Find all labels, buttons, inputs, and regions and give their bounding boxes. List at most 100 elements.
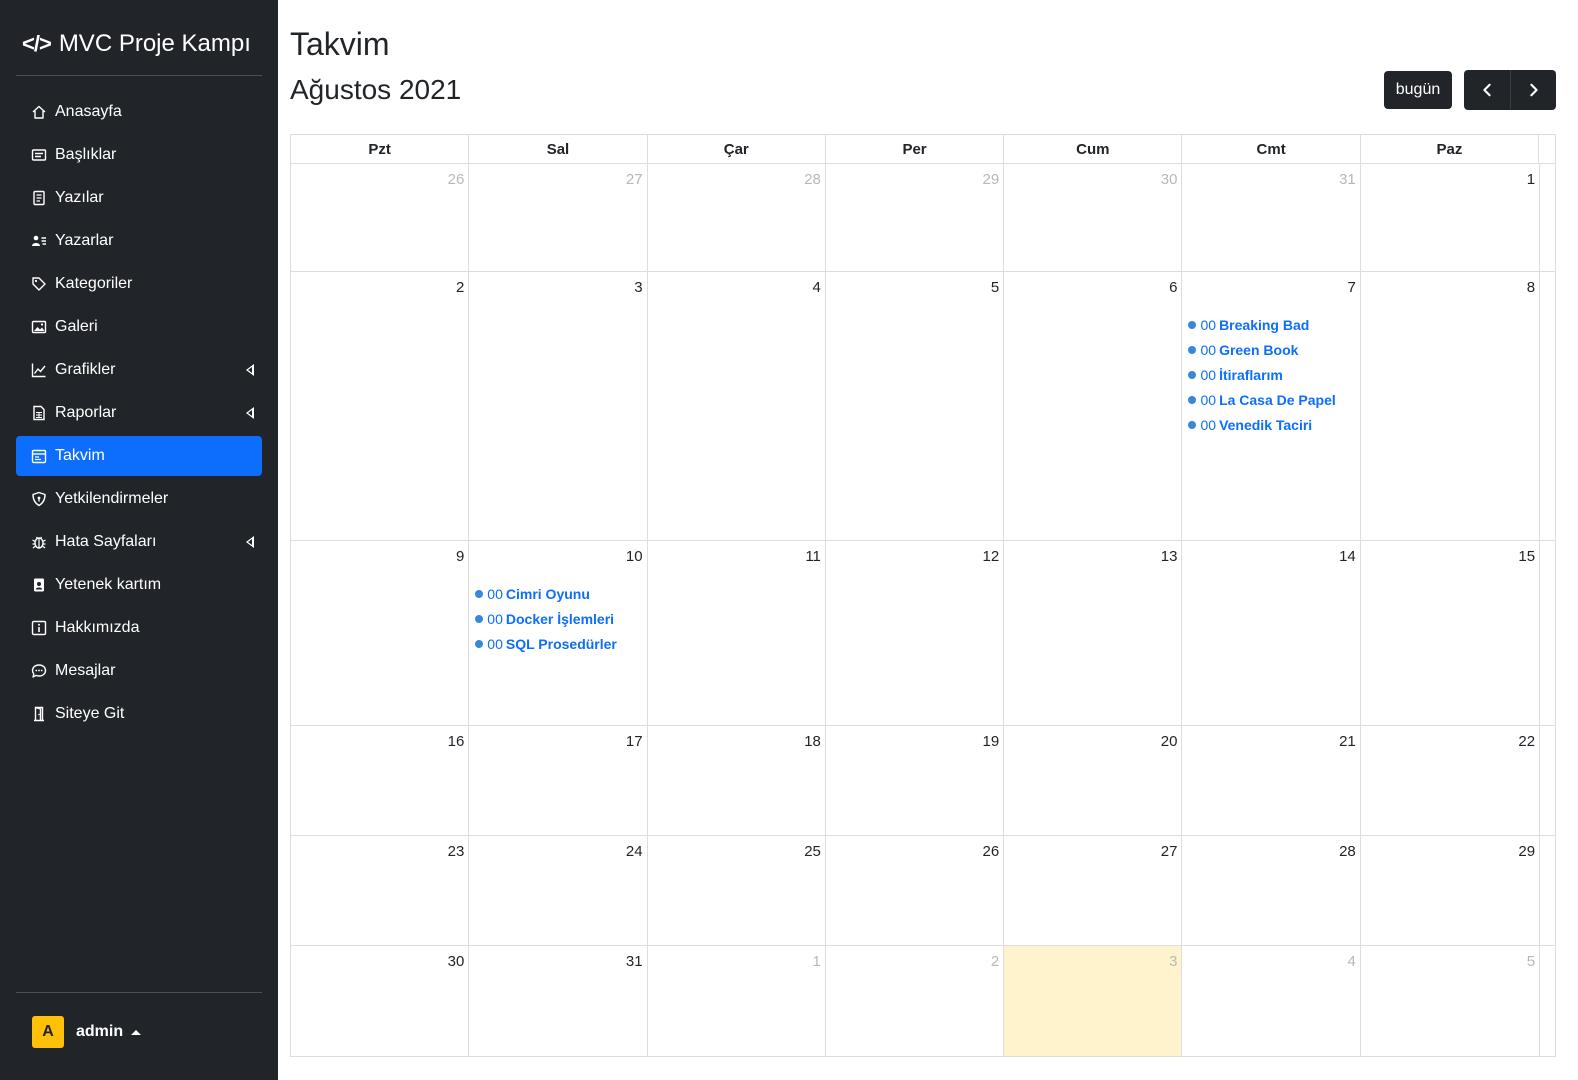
calendar-day[interactable]: 5: [1361, 946, 1539, 1056]
sidebar-item-house[interactable]: Anasayfa: [16, 92, 262, 132]
calendar-day[interactable]: 18: [648, 726, 826, 835]
calendar-day[interactable]: 1: [648, 946, 826, 1056]
calendar-day[interactable]: 27: [469, 164, 648, 271]
calendar-day[interactable]: 14: [1182, 541, 1361, 725]
day-number[interactable]: 30: [448, 953, 465, 970]
sidebar-item-journal-text[interactable]: Yazılar: [16, 178, 262, 218]
sidebar-item-door-open[interactable]: Siteye Git: [16, 694, 262, 734]
calendar-day[interactable]: 26: [291, 164, 470, 271]
day-number[interactable]: 23: [448, 843, 465, 860]
calendar-day[interactable]: 2: [291, 272, 470, 540]
calendar-day[interactable]: 7 00 Breaking Bad 00 Green Book 00 İtiraflarım…: [1182, 272, 1361, 540]
calendar-day[interactable]: 27: [1004, 836, 1183, 945]
calendar-day[interactable]: 9: [291, 541, 470, 725]
day-number[interactable]: 24: [626, 843, 643, 860]
day-number[interactable]: 17: [626, 733, 643, 750]
calendar-event[interactable]: 00 Docker İşlemleri: [475, 606, 642, 631]
calendar-day[interactable]: 29: [1361, 836, 1539, 945]
day-number[interactable]: 2: [456, 279, 464, 296]
day-number[interactable]: 28: [804, 171, 821, 188]
day-number[interactable]: 25: [804, 843, 821, 860]
day-number[interactable]: 20: [1161, 733, 1178, 750]
calendar-day[interactable]: 11: [648, 541, 826, 725]
calendar-day[interactable]: 6: [1004, 272, 1183, 540]
day-number[interactable]: 3: [634, 279, 642, 296]
day-number[interactable]: 6: [1169, 279, 1177, 296]
day-number[interactable]: 8: [1527, 279, 1535, 296]
day-number[interactable]: 12: [983, 548, 1000, 565]
calendar-event[interactable]: 00 İtiraflarım: [1188, 362, 1355, 387]
day-number[interactable]: 21: [1339, 733, 1356, 750]
sidebar-item-info-square[interactable]: Hakkımızda: [16, 608, 262, 648]
calendar-day[interactable]: 23: [291, 836, 470, 945]
next-month-button[interactable]: [1510, 70, 1556, 110]
day-number[interactable]: 30: [1161, 171, 1178, 188]
calendar-event[interactable]: 00 Breaking Bad: [1188, 312, 1355, 337]
day-number[interactable]: 28: [1339, 843, 1356, 860]
day-number[interactable]: 16: [448, 733, 465, 750]
day-number[interactable]: 15: [1518, 548, 1535, 565]
calendar-event[interactable]: 00 SQL Prosedürler: [475, 631, 642, 656]
day-number[interactable]: 31: [626, 953, 643, 970]
calendar-day[interactable]: 19: [826, 726, 1005, 835]
day-number[interactable]: 7: [1347, 279, 1355, 296]
calendar-day[interactable]: 13: [1004, 541, 1183, 725]
calendar-event[interactable]: 00 Green Book: [1188, 337, 1355, 362]
calendar-day[interactable]: 3: [469, 272, 648, 540]
day-number[interactable]: 9: [456, 548, 464, 565]
calendar-day-today[interactable]: 3: [1004, 946, 1183, 1056]
calendar-day[interactable]: 12: [826, 541, 1005, 725]
calendar-day[interactable]: 28: [1182, 836, 1361, 945]
sidebar-item-tags[interactable]: Kategoriler: [16, 264, 262, 304]
day-number[interactable]: 11: [805, 548, 821, 565]
day-number[interactable]: 26: [983, 843, 1000, 860]
day-number[interactable]: 19: [983, 733, 1000, 750]
calendar-event[interactable]: 00 Cimri Oyunu: [475, 581, 642, 606]
day-number[interactable]: 22: [1518, 733, 1535, 750]
sidebar-item-shield[interactable]: Yetkilendirmeler: [16, 479, 262, 519]
day-number[interactable]: 26: [448, 171, 465, 188]
sidebar-item-person-lines[interactable]: Yazarlar: [16, 221, 262, 261]
calendar-day[interactable]: 4: [1182, 946, 1361, 1056]
calendar-day[interactable]: 29: [826, 164, 1005, 271]
brand[interactable]: </> MVC Proje Kampı: [22, 28, 251, 60]
calendar-day[interactable]: 1: [1361, 164, 1539, 271]
calendar-day[interactable]: 2: [826, 946, 1005, 1056]
calendar-day[interactable]: 24: [469, 836, 648, 945]
sidebar-item-file-spreadsheet[interactable]: Raporlar: [16, 393, 262, 433]
calendar-day[interactable]: 16: [291, 726, 470, 835]
sidebar-item-graph-up[interactable]: Grafikler: [16, 350, 262, 390]
day-number[interactable]: 31: [1339, 171, 1356, 188]
prev-month-button[interactable]: [1464, 70, 1510, 110]
day-number[interactable]: 4: [813, 279, 821, 296]
calendar-event[interactable]: 00 La Casa De Papel: [1188, 387, 1355, 412]
calendar-day[interactable]: 21: [1182, 726, 1361, 835]
calendar-day[interactable]: 26: [826, 836, 1005, 945]
calendar-day[interactable]: 22: [1361, 726, 1539, 835]
day-number[interactable]: 29: [1518, 843, 1535, 860]
today-button[interactable]: bugün: [1384, 71, 1452, 109]
sidebar-item-bug[interactable]: Hata Sayfaları: [16, 522, 262, 562]
calendar-day[interactable]: 30: [291, 946, 470, 1056]
calendar-day[interactable]: 28: [648, 164, 826, 271]
day-number[interactable]: 10: [626, 548, 643, 565]
day-number[interactable]: 4: [1347, 953, 1355, 970]
calendar-day[interactable]: 20: [1004, 726, 1183, 835]
calendar-day[interactable]: 4: [648, 272, 826, 540]
user-menu[interactable]: A admin: [32, 1016, 142, 1048]
day-number[interactable]: 1: [813, 953, 821, 970]
day-number[interactable]: 3: [1169, 953, 1177, 970]
calendar-day[interactable]: 17: [469, 726, 648, 835]
day-number[interactable]: 29: [983, 171, 1000, 188]
calendar-day[interactable]: 10 00 Cimri Oyunu 00 Docker İşlemleri 00 SQL P…: [469, 541, 648, 725]
day-number[interactable]: 5: [991, 279, 999, 296]
day-number[interactable]: 13: [1161, 548, 1178, 565]
day-number[interactable]: 2: [991, 953, 999, 970]
day-number[interactable]: 1: [1527, 171, 1535, 188]
calendar-day[interactable]: 30: [1004, 164, 1183, 271]
day-number[interactable]: 14: [1339, 548, 1356, 565]
day-number[interactable]: 18: [804, 733, 821, 750]
sidebar-item-images[interactable]: Galeri: [16, 307, 262, 347]
calendar-day[interactable]: 31: [469, 946, 648, 1056]
calendar-day[interactable]: 5: [826, 272, 1005, 540]
